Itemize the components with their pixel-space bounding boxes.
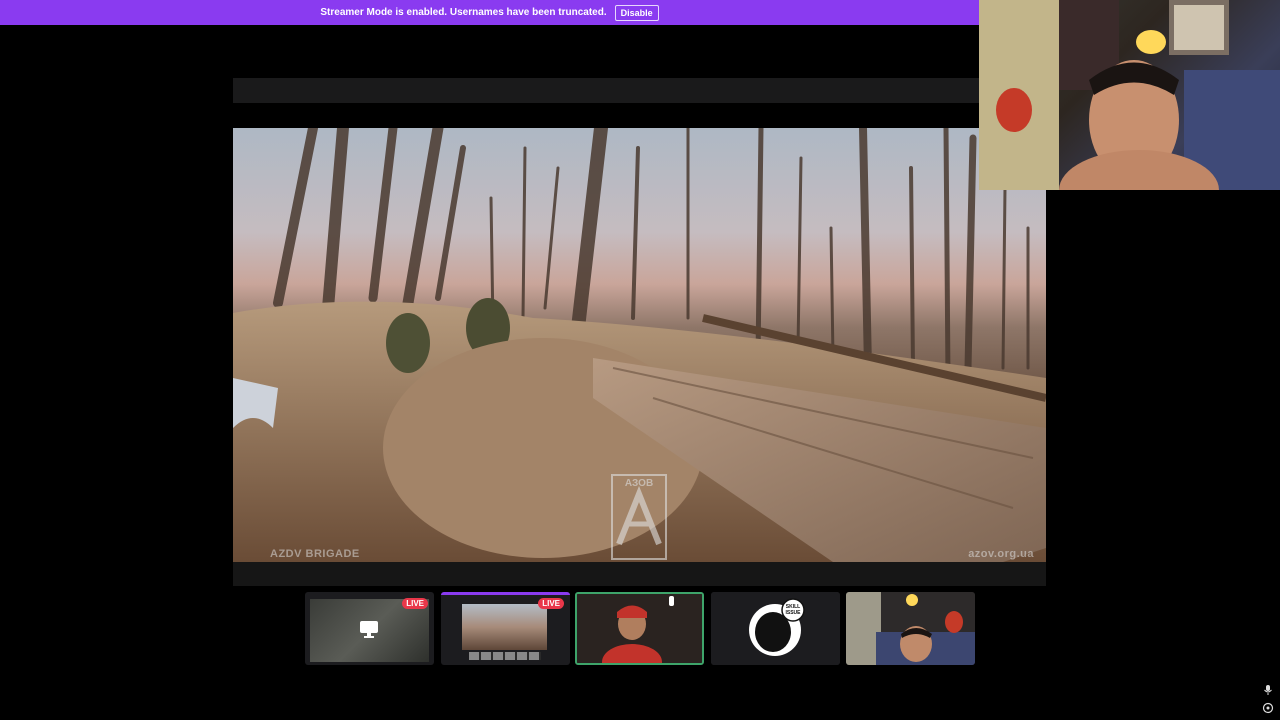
target-settings-icon[interactable] <box>1262 702 1274 714</box>
logo-text: АЗОВ <box>624 478 654 489</box>
skill-issue-avatar-art: SKILL ISSUE <box>711 592 840 665</box>
video-feed-preview <box>462 604 547 650</box>
watermark-left: AZDV BRIGADE <box>270 548 360 560</box>
streamer-mode-message: Streamer Mode is enabled. Usernames have… <box>320 7 607 18</box>
disable-streamer-mode-button[interactable]: Disable <box>614 4 659 21</box>
thumbnail-participant-camera[interactable] <box>575 592 704 665</box>
streamer-mode-banner: Streamer Mode is enabled. Usernames have… <box>0 0 979 25</box>
main-stream-video[interactable]: АЗОВ AZDV BRIGADE azov.org.ua <box>233 128 1046 562</box>
monitor-icon <box>360 621 378 638</box>
thumbnail-video-feed[interactable]: LIVE <box>441 592 570 665</box>
participant-camera-feed <box>577 594 702 663</box>
svg-text:ISSUE: ISSUE <box>785 610 801 616</box>
live-badge: LIVE <box>402 598 428 609</box>
streamer-webcam-overlay <box>979 0 1280 190</box>
webcam-scene <box>979 0 1280 190</box>
thumbnail-screen-share[interactable]: LIVE <box>305 592 434 665</box>
live-badge: LIVE <box>538 598 564 609</box>
active-indicator <box>441 592 570 595</box>
thumbnail-skill-issue-avatar[interactable]: SKILL ISSUE <box>711 592 840 665</box>
preview-strip <box>469 652 541 660</box>
watermark-right: azov.org.ua <box>968 548 1034 560</box>
stream-controls-bar <box>233 562 1046 586</box>
microphone-icon[interactable] <box>1262 684 1274 696</box>
azov-logo: АЗОВ <box>611 474 667 560</box>
stream-title-bar <box>233 78 979 103</box>
self-camera-feed <box>846 592 975 665</box>
thumbnail-self-camera[interactable] <box>846 592 975 665</box>
